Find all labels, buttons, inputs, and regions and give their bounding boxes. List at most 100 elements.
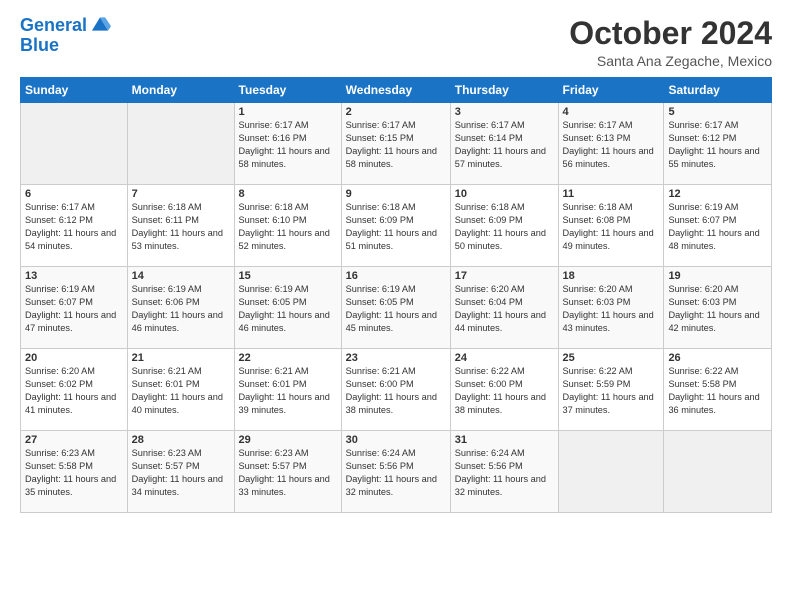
title-block: October 2024 Santa Ana Zegache, Mexico bbox=[569, 16, 772, 69]
sunset-text: Sunset: 5:59 PM bbox=[563, 379, 631, 389]
sunset-text: Sunset: 6:14 PM bbox=[455, 133, 523, 143]
sunrise-text: Sunrise: 6:23 AM bbox=[132, 448, 202, 458]
daylight-text: Daylight: 11 hours and 45 minutes. bbox=[346, 310, 437, 333]
calendar-row: 27 Sunrise: 6:23 AM Sunset: 5:58 PM Dayl… bbox=[21, 431, 772, 513]
day-info: Sunrise: 6:18 AM Sunset: 6:08 PM Dayligh… bbox=[563, 201, 660, 253]
month-title: October 2024 bbox=[569, 16, 772, 51]
sunset-text: Sunset: 6:13 PM bbox=[563, 133, 631, 143]
day-info: Sunrise: 6:22 AM Sunset: 5:59 PM Dayligh… bbox=[563, 365, 660, 417]
sunrise-text: Sunrise: 6:22 AM bbox=[563, 366, 633, 376]
sunrise-text: Sunrise: 6:17 AM bbox=[25, 202, 95, 212]
sunrise-text: Sunrise: 6:19 AM bbox=[25, 284, 95, 294]
day-number: 13 bbox=[25, 270, 123, 282]
calendar-cell: 18 Sunrise: 6:20 AM Sunset: 6:03 PM Dayl… bbox=[558, 267, 664, 349]
daylight-text: Daylight: 11 hours and 38 minutes. bbox=[346, 392, 437, 415]
daylight-text: Daylight: 11 hours and 52 minutes. bbox=[239, 228, 330, 251]
day-number: 23 bbox=[346, 352, 446, 364]
day-number: 8 bbox=[239, 188, 337, 200]
sunset-text: Sunset: 6:01 PM bbox=[132, 379, 200, 389]
day-number: 5 bbox=[668, 106, 767, 118]
daylight-text: Daylight: 11 hours and 33 minutes. bbox=[239, 474, 330, 497]
day-info: Sunrise: 6:18 AM Sunset: 6:09 PM Dayligh… bbox=[455, 201, 554, 253]
daylight-text: Daylight: 11 hours and 48 minutes. bbox=[668, 228, 759, 251]
daylight-text: Daylight: 11 hours and 32 minutes. bbox=[455, 474, 546, 497]
calendar-row: 6 Sunrise: 6:17 AM Sunset: 6:12 PM Dayli… bbox=[21, 185, 772, 267]
day-info: Sunrise: 6:23 AM Sunset: 5:57 PM Dayligh… bbox=[239, 447, 337, 499]
calendar-cell: 17 Sunrise: 6:20 AM Sunset: 6:04 PM Dayl… bbox=[450, 267, 558, 349]
day-info: Sunrise: 6:20 AM Sunset: 6:02 PM Dayligh… bbox=[25, 365, 123, 417]
daylight-text: Daylight: 11 hours and 55 minutes. bbox=[668, 146, 759, 169]
sunset-text: Sunset: 6:15 PM bbox=[346, 133, 414, 143]
daylight-text: Daylight: 11 hours and 53 minutes. bbox=[132, 228, 223, 251]
calendar-cell: 16 Sunrise: 6:19 AM Sunset: 6:05 PM Dayl… bbox=[341, 267, 450, 349]
sunrise-text: Sunrise: 6:21 AM bbox=[346, 366, 416, 376]
calendar-cell: 21 Sunrise: 6:21 AM Sunset: 6:01 PM Dayl… bbox=[127, 349, 234, 431]
day-info: Sunrise: 6:22 AM Sunset: 5:58 PM Dayligh… bbox=[668, 365, 767, 417]
day-number: 25 bbox=[563, 352, 660, 364]
sunset-text: Sunset: 6:12 PM bbox=[25, 215, 93, 225]
sunrise-text: Sunrise: 6:20 AM bbox=[668, 284, 738, 294]
day-info: Sunrise: 6:19 AM Sunset: 6:05 PM Dayligh… bbox=[346, 283, 446, 335]
sunset-text: Sunset: 5:58 PM bbox=[25, 461, 93, 471]
sunrise-text: Sunrise: 6:20 AM bbox=[455, 284, 525, 294]
day-number: 4 bbox=[563, 106, 660, 118]
day-number: 20 bbox=[25, 352, 123, 364]
daylight-text: Daylight: 11 hours and 34 minutes. bbox=[132, 474, 223, 497]
sunrise-text: Sunrise: 6:18 AM bbox=[132, 202, 202, 212]
daylight-text: Daylight: 11 hours and 46 minutes. bbox=[132, 310, 223, 333]
daylight-text: Daylight: 11 hours and 41 minutes. bbox=[25, 392, 116, 415]
sunset-text: Sunset: 6:07 PM bbox=[25, 297, 93, 307]
daylight-text: Daylight: 11 hours and 54 minutes. bbox=[25, 228, 116, 251]
calendar-cell: 1 Sunrise: 6:17 AM Sunset: 6:16 PM Dayli… bbox=[234, 103, 341, 185]
day-info: Sunrise: 6:20 AM Sunset: 6:04 PM Dayligh… bbox=[455, 283, 554, 335]
daylight-text: Daylight: 11 hours and 51 minutes. bbox=[346, 228, 437, 251]
calendar-cell: 8 Sunrise: 6:18 AM Sunset: 6:10 PM Dayli… bbox=[234, 185, 341, 267]
calendar-cell: 9 Sunrise: 6:18 AM Sunset: 6:09 PM Dayli… bbox=[341, 185, 450, 267]
calendar-cell bbox=[664, 431, 772, 513]
sunset-text: Sunset: 6:08 PM bbox=[563, 215, 631, 225]
calendar-cell: 24 Sunrise: 6:22 AM Sunset: 6:00 PM Dayl… bbox=[450, 349, 558, 431]
day-info: Sunrise: 6:19 AM Sunset: 6:07 PM Dayligh… bbox=[668, 201, 767, 253]
daylight-text: Daylight: 11 hours and 49 minutes. bbox=[563, 228, 654, 251]
sunrise-text: Sunrise: 6:19 AM bbox=[239, 284, 309, 294]
sunset-text: Sunset: 6:05 PM bbox=[346, 297, 414, 307]
sunset-text: Sunset: 6:03 PM bbox=[668, 297, 736, 307]
day-number: 18 bbox=[563, 270, 660, 282]
day-number: 14 bbox=[132, 270, 230, 282]
day-header-monday: Monday bbox=[127, 78, 234, 103]
day-info: Sunrise: 6:20 AM Sunset: 6:03 PM Dayligh… bbox=[668, 283, 767, 335]
day-info: Sunrise: 6:17 AM Sunset: 6:12 PM Dayligh… bbox=[668, 119, 767, 171]
sunset-text: Sunset: 6:09 PM bbox=[455, 215, 523, 225]
sunrise-text: Sunrise: 6:20 AM bbox=[563, 284, 633, 294]
day-number: 15 bbox=[239, 270, 337, 282]
daylight-text: Daylight: 11 hours and 58 minutes. bbox=[239, 146, 330, 169]
day-number: 17 bbox=[455, 270, 554, 282]
sunrise-text: Sunrise: 6:17 AM bbox=[668, 120, 738, 130]
calendar-cell: 30 Sunrise: 6:24 AM Sunset: 5:56 PM Dayl… bbox=[341, 431, 450, 513]
sunset-text: Sunset: 6:00 PM bbox=[346, 379, 414, 389]
day-number: 29 bbox=[239, 434, 337, 446]
day-info: Sunrise: 6:19 AM Sunset: 6:05 PM Dayligh… bbox=[239, 283, 337, 335]
day-number: 12 bbox=[668, 188, 767, 200]
sunset-text: Sunset: 5:57 PM bbox=[132, 461, 200, 471]
calendar-row: 1 Sunrise: 6:17 AM Sunset: 6:16 PM Dayli… bbox=[21, 103, 772, 185]
sunrise-text: Sunrise: 6:18 AM bbox=[455, 202, 525, 212]
day-info: Sunrise: 6:17 AM Sunset: 6:15 PM Dayligh… bbox=[346, 119, 446, 171]
calendar-cell: 4 Sunrise: 6:17 AM Sunset: 6:13 PM Dayli… bbox=[558, 103, 664, 185]
daylight-text: Daylight: 11 hours and 42 minutes. bbox=[668, 310, 759, 333]
day-header-wednesday: Wednesday bbox=[341, 78, 450, 103]
sunset-text: Sunset: 6:00 PM bbox=[455, 379, 523, 389]
day-header-thursday: Thursday bbox=[450, 78, 558, 103]
day-number: 21 bbox=[132, 352, 230, 364]
calendar-cell: 7 Sunrise: 6:18 AM Sunset: 6:11 PM Dayli… bbox=[127, 185, 234, 267]
sunrise-text: Sunrise: 6:21 AM bbox=[132, 366, 202, 376]
day-number: 26 bbox=[668, 352, 767, 364]
day-info: Sunrise: 6:21 AM Sunset: 6:01 PM Dayligh… bbox=[239, 365, 337, 417]
daylight-text: Daylight: 11 hours and 57 minutes. bbox=[455, 146, 546, 169]
day-info: Sunrise: 6:22 AM Sunset: 6:00 PM Dayligh… bbox=[455, 365, 554, 417]
daylight-text: Daylight: 11 hours and 32 minutes. bbox=[346, 474, 437, 497]
daylight-text: Daylight: 11 hours and 39 minutes. bbox=[239, 392, 330, 415]
day-info: Sunrise: 6:18 AM Sunset: 6:11 PM Dayligh… bbox=[132, 201, 230, 253]
day-info: Sunrise: 6:17 AM Sunset: 6:12 PM Dayligh… bbox=[25, 201, 123, 253]
sunrise-text: Sunrise: 6:17 AM bbox=[563, 120, 633, 130]
